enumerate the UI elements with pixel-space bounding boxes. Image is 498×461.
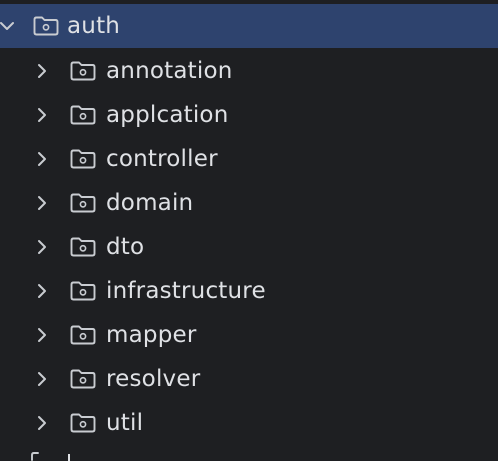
chevron-right-icon[interactable] (32, 413, 52, 433)
folder-package-icon (70, 193, 96, 213)
tree-item-label: applcation (106, 102, 229, 128)
tree-row-applcation[interactable]: applcation (0, 93, 498, 137)
tree-row-util[interactable]: util (0, 401, 498, 445)
chevron-right-icon[interactable] (32, 281, 52, 301)
tree-row-resolver[interactable]: resolver (0, 357, 498, 401)
tree-row-controller[interactable]: controller (0, 137, 498, 181)
chevron-down-icon[interactable] (0, 16, 17, 36)
chevron-right-icon[interactable] (32, 325, 52, 345)
tree-row-mapper[interactable]: mapper (0, 313, 498, 357)
tree-item-label: auth (67, 13, 121, 39)
chevron-right-icon[interactable] (32, 237, 52, 257)
chevron-right-icon[interactable] (32, 193, 52, 213)
tree-row-domain[interactable]: domain (0, 181, 498, 225)
folder-package-icon (70, 149, 96, 169)
tree-item-label: infrastructure (106, 278, 266, 304)
tree-item-label: dto (106, 234, 145, 260)
folder-package-icon (70, 237, 96, 257)
tree-row-infrastructure[interactable]: infrastructure (0, 269, 498, 313)
folder-package-icon (70, 413, 96, 433)
folder-package-icon (70, 369, 96, 389)
tree-item-label: mapper (106, 322, 197, 348)
folder-package-icon (70, 105, 96, 125)
tree-item-label: util (106, 410, 144, 436)
chevron-right-icon[interactable] (32, 369, 52, 389)
folder-icon (31, 452, 39, 461)
tree-row-auth[interactable]: auth (0, 4, 498, 48)
folder-package-icon (70, 325, 96, 345)
tree-item-label: controller (106, 146, 218, 172)
chevron-right-icon[interactable] (32, 61, 52, 81)
tree-item-label: resolver (106, 366, 201, 392)
folder-package-icon (33, 16, 59, 36)
tree-item-label: domain (106, 190, 194, 216)
folder-package-icon (70, 281, 96, 301)
chevron-right-icon[interactable] (32, 149, 52, 169)
folder-package-icon (70, 61, 96, 81)
tree-row-annotation[interactable]: annotation (0, 49, 498, 93)
tree-item-label: annotation (106, 58, 233, 84)
project-tree: auth annotation applcation controller do… (0, 0, 498, 461)
chevron-right-icon[interactable] (32, 105, 52, 125)
truncated-label-fragment (68, 454, 70, 461)
tree-row-dto[interactable]: dto (0, 225, 498, 269)
